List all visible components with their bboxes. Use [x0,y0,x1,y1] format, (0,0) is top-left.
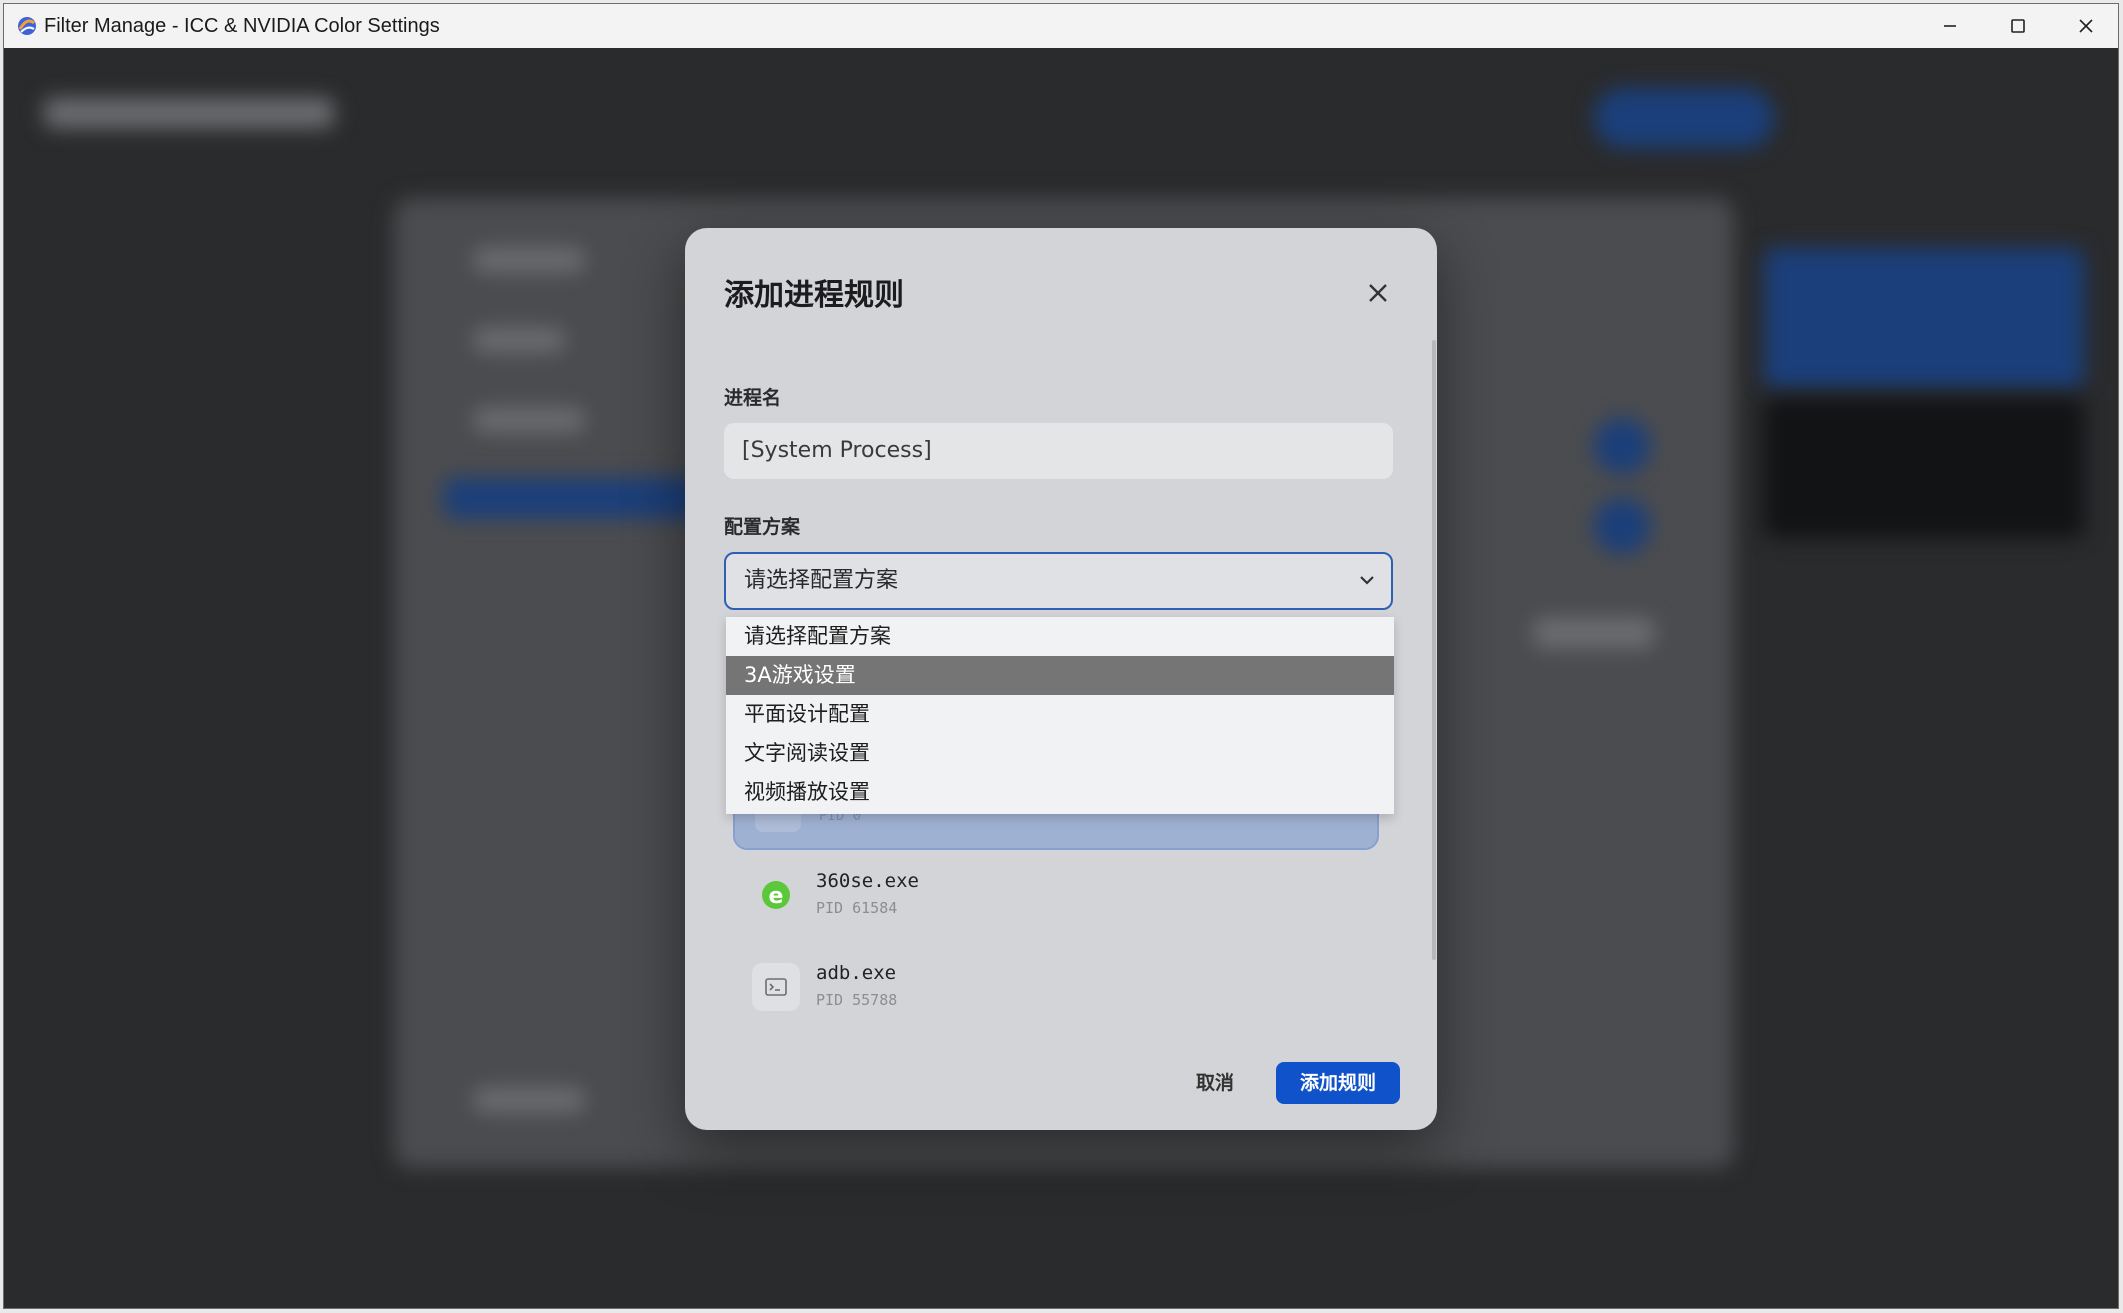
chevron-down-icon [1360,576,1374,585]
minimize-icon [1944,25,1956,27]
profile-label: 配置方案 [724,516,801,538]
background-nav-item [444,478,704,518]
background-card [1764,398,2084,538]
terminal-icon [752,963,800,1011]
close-icon [2079,19,2093,33]
title-bar[interactable]: Filter Manage - ICC & NVIDIA Color Setti… [4,4,2118,48]
background-bar [474,248,584,272]
background-avatar [1594,498,1650,554]
background-bar [1534,618,1654,648]
profile-option[interactable]: 3A游戏设置 [726,656,1394,695]
minimize-button[interactable] [1916,4,1984,48]
profile-option[interactable]: 视频播放设置 [726,773,1394,812]
close-dialog-button[interactable] [1361,276,1395,310]
background-avatar [1594,418,1650,474]
dialog-title: 添加进程规则 [724,278,904,313]
process-row[interactable]: e 360se.exe PID 61584 [724,852,1393,942]
background-bar [474,328,564,352]
close-icon [1369,284,1387,302]
profile-select[interactable]: 请选择配置方案 [724,552,1393,610]
process-name: 360se.exe [816,870,919,892]
window-title: Filter Manage - ICC & NVIDIA Color Setti… [44,15,440,37]
add-rule-button[interactable]: 添加规则 [1276,1062,1400,1104]
close-window-button[interactable] [2052,4,2118,48]
background-bar [44,98,334,128]
process-pid: PID 61584 [816,899,898,917]
cancel-button[interactable]: 取消 [1176,1063,1254,1103]
profile-select-value: 请选择配置方案 [744,568,899,593]
360-browser-icon: e [752,871,800,919]
process-pid: PID 55788 [816,991,898,1009]
process-name-label: 进程名 [724,387,782,409]
profile-option[interactable]: 文字阅读设置 [726,734,1394,773]
background-button [1594,88,1774,148]
background-card [1764,248,2084,388]
svg-text:e: e [769,884,784,909]
profile-dropdown-list: 请选择配置方案 3A游戏设置 平面设计配置 文字阅读设置 视频播放设置 [726,617,1394,814]
maximize-button[interactable] [1984,4,2052,48]
maximize-icon [2011,19,2025,33]
app-logo-icon [18,17,36,35]
process-row[interactable]: adb.exe PID 55788 [724,944,1393,1034]
process-name: adb.exe [816,962,897,984]
background-bar [474,408,584,432]
profile-option[interactable]: 请选择配置方案 [726,617,1394,656]
background-bar [474,1088,584,1112]
dialog-scrollbar[interactable] [1432,340,1436,960]
process-name-input[interactable]: [System Process] [724,423,1393,479]
profile-option[interactable]: 平面设计配置 [726,695,1394,734]
